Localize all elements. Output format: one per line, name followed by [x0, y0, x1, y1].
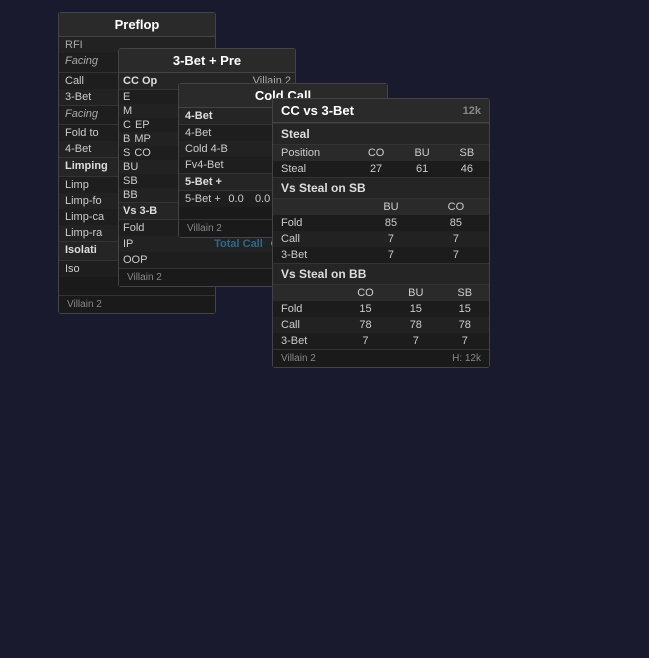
vs-steal-bb-header: Vs Steal on BB — [273, 263, 489, 285]
vs-steal-sb-fold-v1: 85 — [359, 215, 423, 231]
vs-steal-sb-header: Vs Steal on SB — [273, 177, 489, 199]
pos-e1: E — [123, 91, 130, 103]
vs-steal-bb-fold-v1: 15 — [340, 301, 391, 317]
fourbet-row-label: 4-Bet — [185, 127, 263, 139]
ip-label: IP — [123, 238, 206, 250]
pos-s1: S — [123, 147, 130, 159]
vs-steal-sb-fold-label: Fold — [273, 215, 359, 231]
steal-col-sb: SB — [445, 145, 489, 161]
steal-data-row: Steal 27 61 46 — [273, 161, 489, 177]
cc-vs-3bet-footer: Villain 2 H: 12k — [273, 349, 489, 367]
steal-col-co: CO — [353, 145, 400, 161]
vs-steal-sb-col0 — [273, 199, 359, 215]
vs-steal-sb-call-v1: 7 — [359, 231, 423, 247]
steal-row-label: Steal — [273, 161, 353, 177]
coldcall-villain-label: Villain 2 — [187, 223, 222, 234]
oop-row: OOP — [119, 252, 295, 268]
vs-steal-bb-call-label: Call — [273, 317, 340, 333]
steal-col-position: Position — [273, 145, 353, 161]
vs-steal-bb-call-v3: 78 — [441, 317, 489, 333]
vs-steal-sb-col-co: CO — [423, 199, 489, 215]
preflop-villain-label: Villain 2 — [67, 299, 102, 310]
steal-table: Position CO BU SB Steal 27 61 46 — [273, 145, 489, 177]
cc-vs-3bet-footer-villain: Villain 2 — [281, 353, 316, 364]
cc-vs-3bet-title: CC vs 3-Bet 12k — [273, 99, 489, 123]
vs-steal-sb-call-label: Call — [273, 231, 359, 247]
vs-steal-bb-3bet-v3: 7 — [441, 333, 489, 349]
vs-steal-sb-col-bu: BU — [359, 199, 423, 215]
vs-steal-bb-col-co: CO — [340, 285, 391, 301]
cc-vs-3bet-footer-h: H: 12k — [452, 353, 481, 364]
vs-steal-bb-3bet-row: 3-Bet 7 7 7 — [273, 333, 489, 349]
vs-steal-bb-col0 — [273, 285, 340, 301]
vs-steal-bb-col-bu: BU — [391, 285, 440, 301]
steal-row-co: 27 — [353, 161, 400, 177]
fv4bet-label: Fv4-Bet — [185, 159, 283, 171]
vs-steal-sb-3bet-label: 3-Bet — [273, 247, 359, 263]
fivebet-row-label: 5-Bet + — [185, 193, 222, 205]
vs-steal-bb-header-row: CO BU SB — [273, 285, 489, 301]
steal-section-header: Steal — [273, 123, 489, 145]
threebet-footer: Villain 2 — [119, 268, 295, 286]
vs-steal-bb-call-v1: 78 — [340, 317, 391, 333]
cc-vs-3bet-panel: CC vs 3-Bet 12k Steal Position CO BU SB … — [272, 98, 490, 368]
vs-steal-bb-fold-label: Fold — [273, 301, 340, 317]
vs-steal-sb-fold-v2: 85 — [423, 215, 489, 231]
vs-steal-bb-3bet-v1: 7 — [340, 333, 391, 349]
threebet-villain-label: Villain 2 — [127, 272, 162, 283]
pos-m1: M — [123, 105, 132, 117]
vs-steal-sb-3bet-v2: 7 — [423, 247, 489, 263]
steal-col-bu: BU — [400, 145, 445, 161]
vs-steal-bb-3bet-v2: 7 — [391, 333, 440, 349]
vs-steal-bb-col-sb: SB — [441, 285, 489, 301]
vs-steal-bb-fold-row: Fold 15 15 15 — [273, 301, 489, 317]
vs-steal-bb-fold-v3: 15 — [441, 301, 489, 317]
vs-steal-sb-table: BU CO Fold 85 85 Call 7 7 3-Bet 7 7 — [273, 199, 489, 263]
vs-steal-sb-call-row: Call 7 7 — [273, 231, 489, 247]
steal-row-sb: 46 — [445, 161, 489, 177]
vs-steal-bb-call-row: Call 78 78 78 — [273, 317, 489, 333]
vs-steal-bb-call-v2: 78 — [391, 317, 440, 333]
threebet-title: 3-Bet + Pre — [119, 49, 295, 73]
total-call-label: Total Call — [206, 238, 271, 250]
preflop-footer: Villain 2 — [59, 295, 215, 313]
fivebet-val1: 0.0 — [224, 193, 249, 205]
oop-label: OOP — [123, 254, 291, 266]
vs-steal-sb-3bet-row: 3-Bet 7 7 — [273, 247, 489, 263]
steal-row-bu: 61 — [400, 161, 445, 177]
steal-header-row: Position CO BU SB — [273, 145, 489, 161]
vs-steal-sb-fold-row: Fold 85 85 — [273, 215, 489, 231]
vs-steal-bb-fold-v2: 15 — [391, 301, 440, 317]
vs-steal-sb-3bet-v1: 7 — [359, 247, 423, 263]
pos-c1: C — [123, 119, 131, 131]
pos-b1: B — [123, 133, 130, 145]
cc-vs-3bet-hand-label: 12k — [463, 105, 481, 117]
vs-steal-bb-3bet-label: 3-Bet — [273, 333, 340, 349]
vs-steal-bb-table: CO BU SB Fold 15 15 15 Call 78 78 78 3-B… — [273, 285, 489, 349]
ip-row: IP Total Call Call — [119, 236, 295, 252]
preflop-title: Preflop — [59, 13, 215, 37]
cc-vs-3bet-title-text: CC vs 3-Bet — [281, 103, 354, 118]
vs-steal-sb-call-v2: 7 — [423, 231, 489, 247]
vs-steal-sb-header-row: BU CO — [273, 199, 489, 215]
